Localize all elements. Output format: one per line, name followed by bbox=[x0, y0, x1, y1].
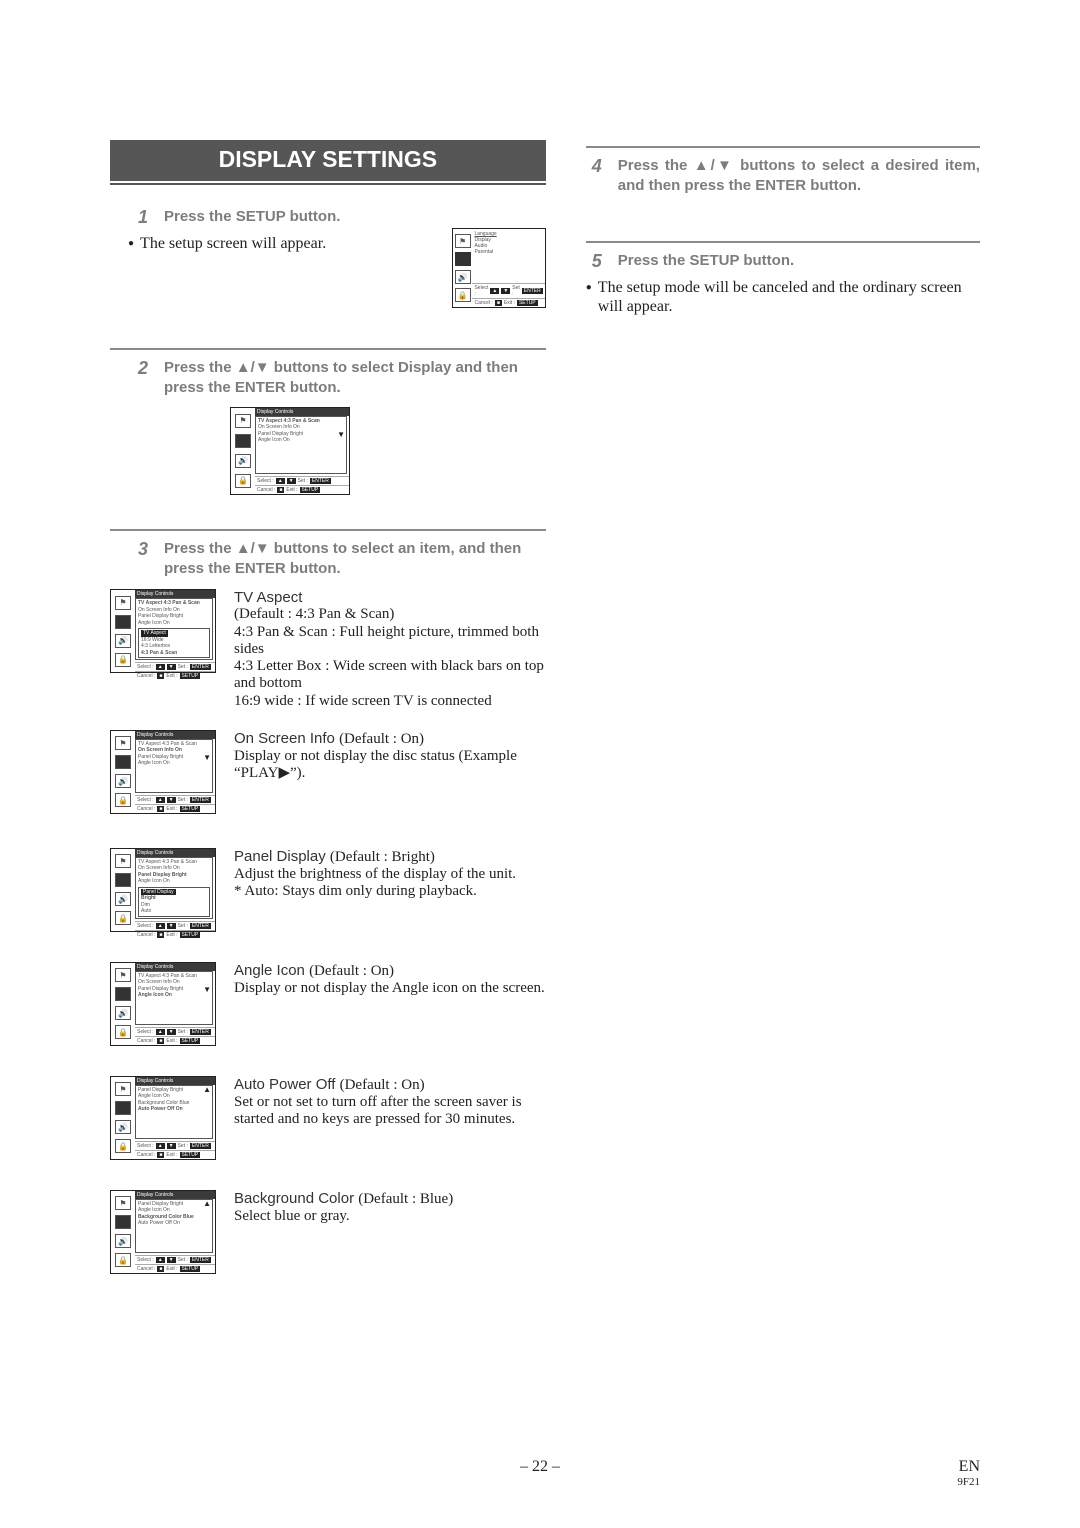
osd-panel-body: TV Aspect 4:3 Pan & Scan On Screen Info … bbox=[135, 598, 213, 660]
osd-display-controls: ⚑ 🔊 🔒 Display Controls TV Aspect 4:3 Pan… bbox=[230, 407, 350, 495]
tv-icon bbox=[455, 252, 471, 266]
osd-panel-title: Display Controls bbox=[135, 590, 215, 598]
flag-icon: ⚑ bbox=[455, 234, 471, 248]
step-num: 2 bbox=[138, 358, 152, 379]
divider bbox=[586, 241, 980, 243]
item-on-screen-info: ⚑🔊🔒 Display Controls TV Aspect 4:3 Pan &… bbox=[110, 730, 546, 814]
footer-code: 9F21 bbox=[957, 1476, 980, 1488]
lock-icon: 🔒 bbox=[115, 653, 131, 667]
osd-footer-2: Cancel :■ Exit :SETUP bbox=[472, 298, 544, 307]
title-underline bbox=[110, 183, 546, 185]
osd-panel-title: Display Controls bbox=[255, 408, 349, 416]
tv-aspect-default: (Default : 4:3 Pan & Scan) bbox=[234, 606, 546, 623]
osd-footer: Select :▲▼ Set :ENTER bbox=[472, 283, 544, 298]
up-icon: ▲ bbox=[236, 359, 251, 376]
osd-footer-2: Cancel :■ Exit :SETUP bbox=[255, 485, 349, 494]
bullet-icon: ● bbox=[128, 234, 134, 254]
step-5-text: Press the SETUP button. bbox=[618, 251, 980, 271]
step-5-bullet-text: The setup mode will be canceled and the … bbox=[598, 278, 980, 316]
tv-aspect-l3: 4:3 Letter Box : Wide screen with black … bbox=[234, 658, 546, 693]
osd-angle-icon: ⚑🔊🔒 Display Controls TV Aspect 4:3 Pan &… bbox=[110, 962, 216, 1046]
step-2: 2 Press the ▲/▼ buttons to select Displa… bbox=[110, 358, 546, 399]
step-2-text: Press the ▲/▼ buttons to select Display … bbox=[164, 358, 546, 399]
step-3-text: Press the ▲/▼ buttons to select an item,… bbox=[164, 539, 546, 580]
autopower-heading: Auto Power Off bbox=[234, 1076, 340, 1093]
osd-panel-body: TV Aspect 4:3 Pan & Scan On Screen Info … bbox=[255, 416, 347, 474]
step-num: 4 bbox=[592, 156, 606, 177]
down-icon: ▼ bbox=[255, 359, 270, 376]
up-icon: ▲ bbox=[694, 157, 711, 174]
osd-onscreen: ⚑🔊🔒 Display Controls TV Aspect 4:3 Pan &… bbox=[110, 730, 216, 814]
down-icon: ▼ bbox=[715, 157, 734, 174]
step-5: 5 Press the SETUP button. bbox=[586, 251, 980, 272]
subbox-title: TV Aspect bbox=[141, 630, 168, 637]
bg-heading: Background Color bbox=[234, 1190, 358, 1207]
panel-display-l2: * Auto: Stays dim only during playback. bbox=[234, 883, 546, 900]
item-background-color: ⚑🔊🔒 Display Controls Panel Display Brigh… bbox=[110, 1190, 546, 1274]
tv-aspect-l2: 4:3 Pan & Scan : Full height picture, tr… bbox=[234, 624, 546, 659]
step-3: 3 Press the ▲/▼ buttons to select an ite… bbox=[110, 539, 546, 580]
page-number: – 22 – bbox=[0, 1458, 1080, 1476]
angle-desc: Display or not display the Angle icon on… bbox=[234, 980, 546, 997]
item-angle-icon: ⚑🔊🔒 Display Controls TV Aspect 4:3 Pan &… bbox=[110, 962, 546, 1046]
speaker-icon: 🔊 bbox=[115, 634, 131, 648]
divider bbox=[586, 146, 980, 148]
item-panel-display: ⚑🔊🔒 Display Controls TV Aspect 4:3 Pan &… bbox=[110, 848, 546, 932]
speaker-icon: 🔊 bbox=[455, 270, 471, 284]
tv-icon bbox=[235, 434, 251, 448]
lock-icon: 🔒 bbox=[455, 288, 471, 302]
step-4: 4 Press the ▲/▼ buttons to select a desi… bbox=[586, 156, 980, 197]
flag-icon: ⚑ bbox=[235, 414, 251, 428]
tv-aspect-heading: TV Aspect bbox=[234, 589, 546, 606]
bullet-icon: ● bbox=[586, 278, 592, 316]
osd-panel-display: ⚑🔊🔒 Display Controls TV Aspect 4:3 Pan &… bbox=[110, 848, 216, 932]
flag-icon: ⚑ bbox=[115, 596, 131, 610]
osd-bg-color: ⚑🔊🔒 Display Controls Panel Display Brigh… bbox=[110, 1190, 216, 1274]
page-title: DISPLAY SETTINGS bbox=[110, 140, 546, 181]
panel-display-heading: Panel Display bbox=[234, 848, 330, 865]
onscreen-desc: Display or not display the disc status (… bbox=[234, 748, 546, 783]
step-num: 3 bbox=[138, 539, 152, 560]
divider bbox=[110, 348, 546, 350]
step-4-text: Press the ▲/▼ buttons to select a desire… bbox=[618, 156, 980, 197]
down-icon: ▼ bbox=[255, 540, 270, 557]
angle-heading: Angle Icon bbox=[234, 962, 309, 979]
angle-default: (Default : On) bbox=[309, 963, 394, 979]
speaker-icon: 🔊 bbox=[235, 454, 251, 468]
bg-default: (Default : Blue) bbox=[358, 1191, 453, 1207]
menu-parental-label: Parental bbox=[474, 249, 542, 255]
osd-footer: Select :▲▼ Set :ENTER bbox=[255, 476, 349, 485]
item-auto-power-off: ⚑🔊🔒 Display Controls Panel Display Brigh… bbox=[110, 1076, 546, 1160]
divider bbox=[110, 529, 546, 531]
autopower-default: (Default : On) bbox=[340, 1077, 425, 1093]
page-footer: – 22 – EN 9F21 bbox=[0, 1458, 1080, 1488]
osd-auto-power: ⚑🔊🔒 Display Controls Panel Display Brigh… bbox=[110, 1076, 216, 1160]
onscreen-default: (Default : On) bbox=[339, 731, 424, 747]
step-1: 1 Press the SETUP button. bbox=[110, 207, 546, 228]
down-arrow-icon: ▼ bbox=[337, 430, 345, 439]
onscreen-heading: On Screen Info bbox=[234, 730, 339, 747]
tv-aspect-l4: 16:9 wide : If wide screen TV is connect… bbox=[234, 693, 546, 710]
step-1-text: Press the SETUP button. bbox=[164, 207, 546, 227]
step-1-body: ● The setup screen will appear. bbox=[128, 234, 436, 254]
lock-icon: 🔒 bbox=[235, 474, 251, 488]
step-5-body: ● The setup mode will be canceled and th… bbox=[586, 278, 980, 316]
up-icon: ▲ bbox=[236, 540, 251, 557]
panel-display-l1: Adjust the brightness of the display of … bbox=[234, 866, 546, 883]
step-num: 1 bbox=[138, 207, 152, 228]
step-num: 5 bbox=[592, 251, 606, 272]
bg-desc: Select blue or gray. bbox=[234, 1208, 546, 1225]
panel-display-default: (Default : Bright) bbox=[330, 849, 435, 865]
autopower-desc: Set or not set to turn off after the scr… bbox=[234, 1094, 546, 1129]
item-tv-aspect: ⚑ 🔊 🔒 Display Controls TV Aspect 4:3 Pan… bbox=[110, 589, 546, 710]
tv-icon bbox=[115, 615, 131, 629]
osd-setup-menu: ⚑ 🔊 🔒 Language Display Audio Parental Se… bbox=[452, 228, 546, 308]
step-1-bullet-text: The setup screen will appear. bbox=[140, 234, 326, 254]
osd-tv-aspect: ⚑ 🔊 🔒 Display Controls TV Aspect 4:3 Pan… bbox=[110, 589, 216, 673]
